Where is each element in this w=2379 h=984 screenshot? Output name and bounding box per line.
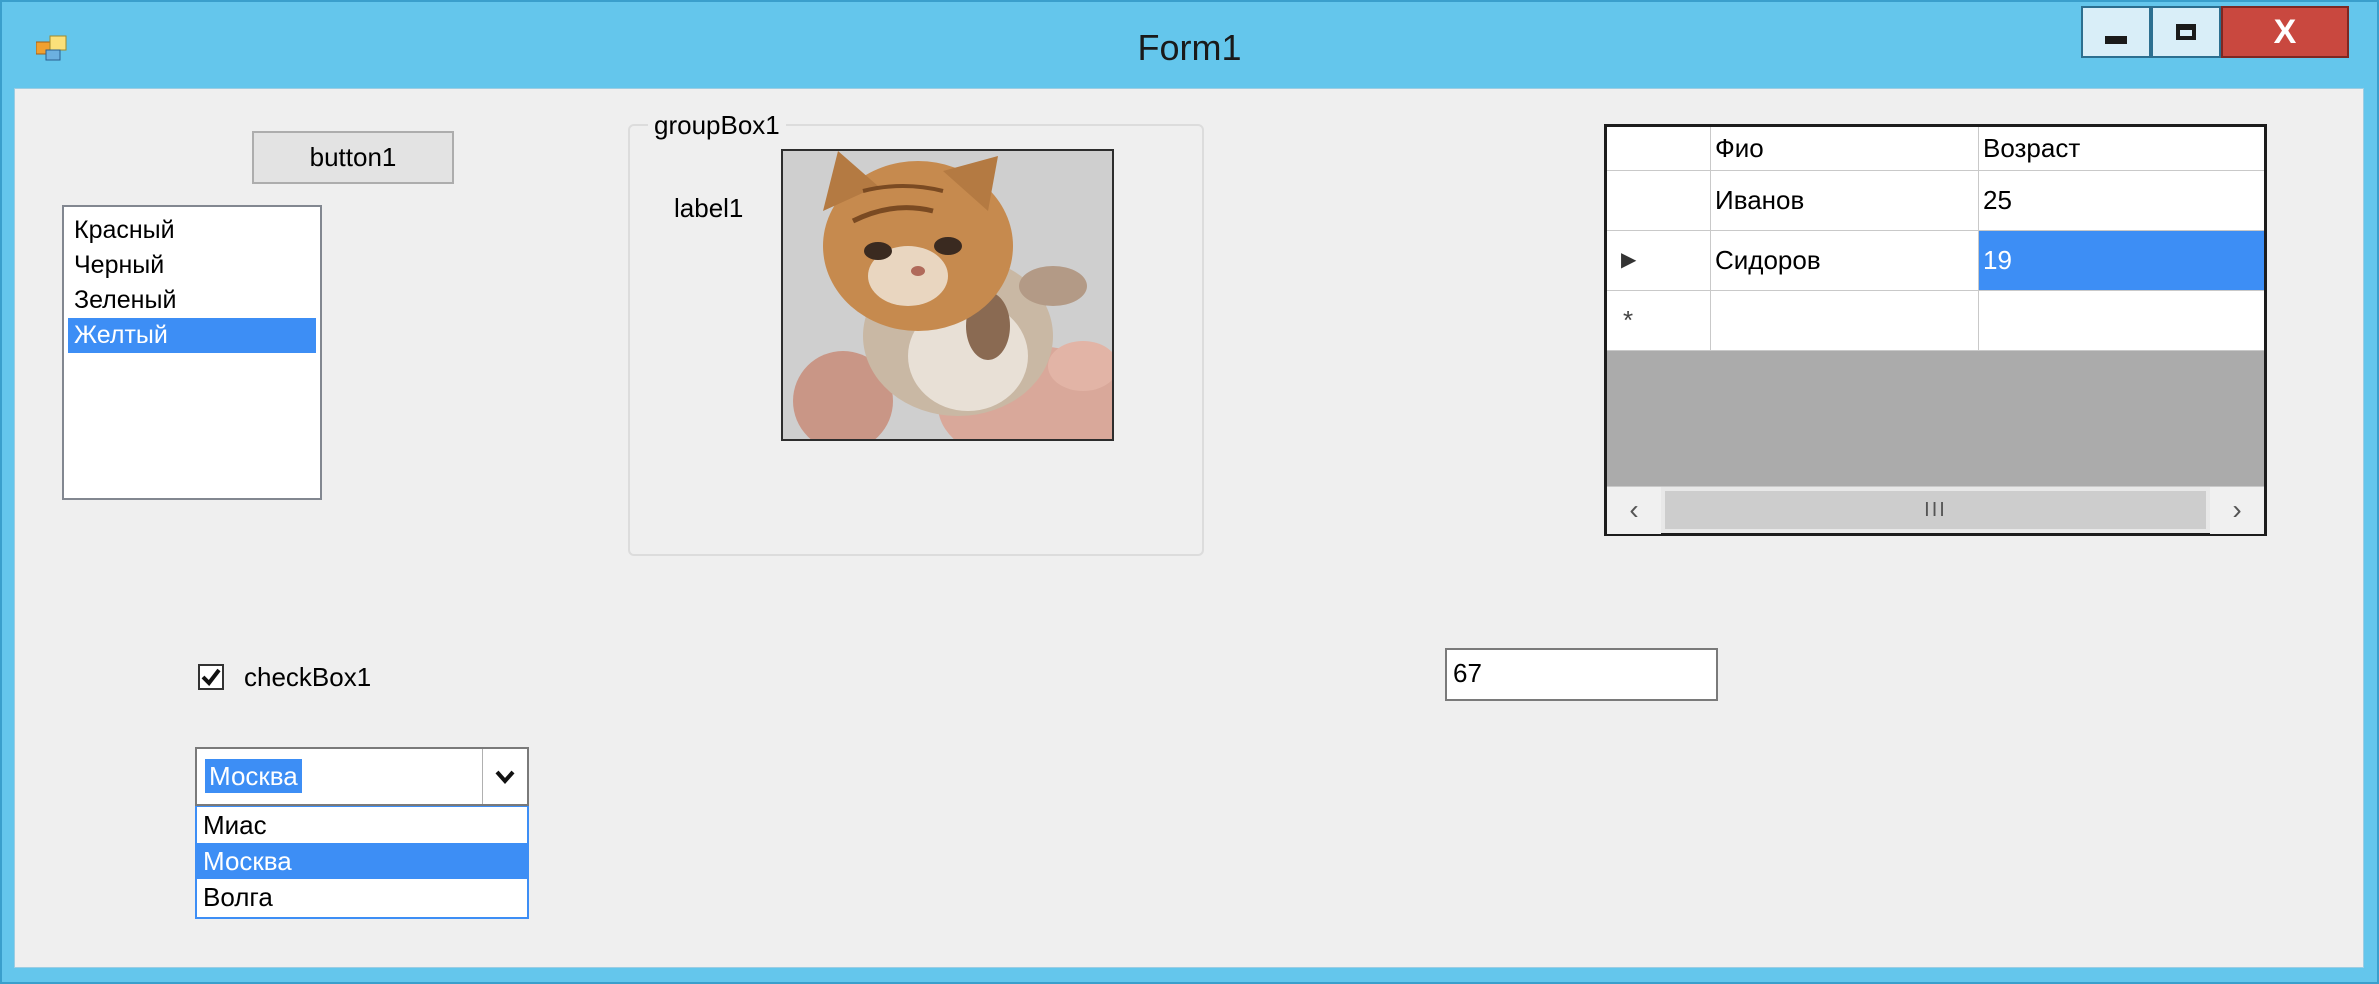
checkmark-icon bbox=[201, 668, 221, 686]
maximize-icon bbox=[2176, 24, 2196, 40]
grid-cell-name[interactable]: Иванов bbox=[1711, 171, 1979, 231]
grid-cell-new-name[interactable] bbox=[1711, 291, 1979, 351]
checkbox1[interactable] bbox=[198, 664, 224, 690]
dropdown-option[interactable]: Волга bbox=[197, 879, 527, 915]
listbox-item-selected[interactable]: Желтый bbox=[68, 318, 316, 353]
column-header-fio[interactable]: Фио bbox=[1711, 127, 1979, 171]
scroll-left-icon[interactable]: ‹ bbox=[1607, 487, 1661, 534]
city-combobox[interactable]: Москва bbox=[195, 747, 529, 806]
listbox-item[interactable]: Зеленый bbox=[68, 283, 316, 318]
grid-cell-new-age[interactable] bbox=[1979, 291, 2264, 351]
horizontal-scrollbar[interactable]: ‹ III › bbox=[1607, 486, 2264, 534]
close-button[interactable]: X bbox=[2221, 6, 2349, 58]
dropdown-option[interactable]: Миас bbox=[197, 807, 527, 843]
grid-corner-header[interactable] bbox=[1607, 127, 1711, 171]
listbox-item[interactable]: Черный bbox=[68, 248, 316, 283]
color-listbox[interactable]: Красный Черный Зеленый Желтый bbox=[62, 205, 322, 500]
grid-cell-age-selected[interactable]: 19 bbox=[1979, 231, 2264, 291]
group-box-title: groupBox1 bbox=[648, 108, 786, 142]
title-bar[interactable]: Form1 X bbox=[0, 0, 2379, 86]
scrollbar-thumb[interactable]: III bbox=[1665, 491, 2206, 529]
data-grid[interactable]: Фио Возраст Иванов 25 ▶ Сидоров 19 * bbox=[1604, 124, 2267, 536]
row-header-current[interactable]: ▶ bbox=[1607, 231, 1711, 291]
chevron-down-icon bbox=[495, 770, 515, 784]
listbox-item[interactable]: Красный bbox=[68, 213, 316, 248]
button1[interactable]: button1 bbox=[252, 131, 454, 184]
checkbox1-label[interactable]: checkBox1 bbox=[244, 660, 371, 694]
row-pointer-icon: ▶ bbox=[1621, 249, 1637, 271]
grid-cell-age[interactable]: 25 bbox=[1979, 171, 2264, 231]
kitten-picture bbox=[781, 149, 1114, 441]
label1: label1 bbox=[674, 193, 744, 223]
number-text-field[interactable]: 67 bbox=[1445, 648, 1718, 701]
row-header[interactable] bbox=[1607, 171, 1711, 231]
window-title: Form1 bbox=[1137, 27, 1242, 68]
maximize-button[interactable] bbox=[2151, 6, 2221, 58]
combobox-value[interactable]: Москва bbox=[205, 759, 302, 793]
minimize-icon bbox=[2105, 36, 2127, 44]
dropdown-option-selected[interactable]: Москва bbox=[197, 843, 527, 879]
scroll-right-icon[interactable]: › bbox=[2210, 487, 2264, 534]
combobox-dropdown-button[interactable] bbox=[482, 749, 527, 804]
city-dropdown-list[interactable]: Миас Москва Волга bbox=[195, 806, 529, 919]
grid-cell-name[interactable]: Сидоров bbox=[1711, 231, 1979, 291]
column-header-age[interactable]: Возраст bbox=[1979, 127, 2264, 171]
minimize-button[interactable] bbox=[2081, 6, 2151, 58]
new-row-marker[interactable]: * bbox=[1607, 291, 1711, 351]
